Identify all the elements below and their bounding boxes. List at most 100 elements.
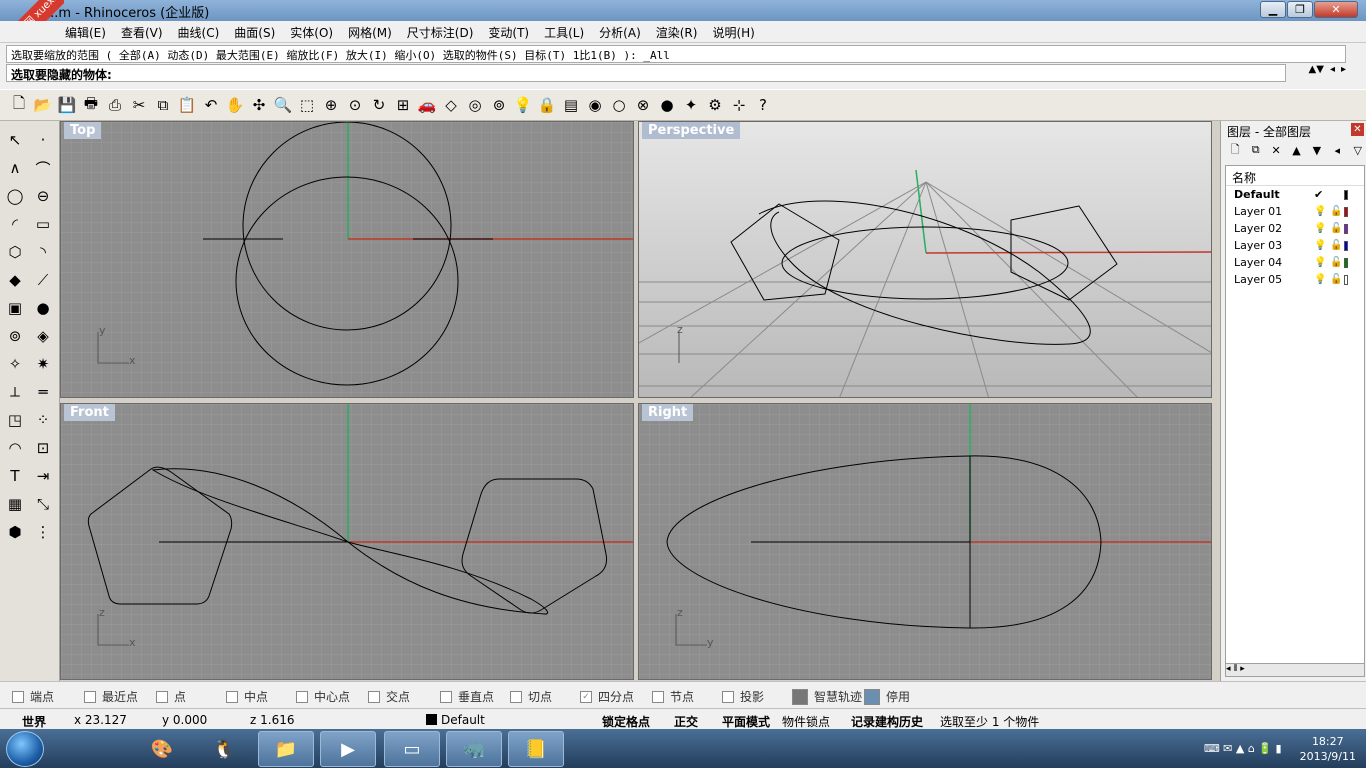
pan-icon[interactable]: ✋ [224,94,246,116]
split-icon[interactable]: ═ [30,379,56,405]
move-down-icon[interactable]: ▼ [1309,144,1325,157]
polygon-icon[interactable]: ⬡ [2,239,28,265]
boolean-icon[interactable]: ✧ [2,351,28,377]
media-app-button[interactable]: ▶ [320,731,376,767]
bulb-icon[interactable]: 💡 [1314,257,1326,268]
scroll-right-icon[interactable]: ▸ [1341,64,1346,75]
lock-icon[interactable]: 🔓 [1326,240,1342,251]
select-icon[interactable]: ↖ [2,127,28,153]
light-icon[interactable]: ✦ [680,94,702,116]
layer-icon[interactable]: ▤ [560,94,582,116]
zoom-window-icon[interactable]: ⬚ [296,94,318,116]
circle-icon[interactable]: ◯ [2,183,28,209]
osnap-checkbox[interactable] [296,690,308,703]
bulb-icon[interactable]: 💡 [1314,223,1326,234]
lock-icon[interactable]: 🔒 [536,94,558,116]
move-left-icon[interactable]: ◂ [1329,144,1345,157]
cplane-status[interactable]: 世界 [22,713,46,730]
osnap-checkbox[interactable] [792,688,808,705]
command-prompt-input[interactable]: 选取要隐藏的物体: [6,64,1286,82]
save-icon[interactable]: 💾 [56,94,78,116]
menu-surface[interactable]: 曲面(S) [227,21,283,42]
close-icon[interactable]: ✕ [1351,123,1364,136]
lock-icon[interactable]: 🔓 [1326,274,1342,285]
layer-row[interactable]: Layer 05 💡 🔓 [1226,271,1364,288]
four-viewports-icon[interactable]: ⊞ [392,94,414,116]
menu-edit[interactable]: 编辑(E) [58,21,114,42]
explode-icon[interactable]: ✷ [30,351,56,377]
close-button[interactable]: ✕ [1314,1,1358,18]
clock[interactable]: 18:27 2013/9/11 [1290,734,1366,764]
import-icon[interactable]: ⎙ [104,94,126,116]
plane-icon[interactable]: ◇ [440,94,462,116]
notes-app-button[interactable]: 📒 [508,731,564,767]
viewport-right[interactable]: Right z y [638,403,1212,680]
delete-layer-icon[interactable]: ✕ [1268,144,1284,157]
viewport-title-perspective[interactable]: Perspective [642,122,741,139]
curve-icon[interactable]: ⌒ [30,155,56,181]
layer-color-swatch[interactable] [1344,240,1348,251]
layer-color-swatch[interactable] [1344,206,1348,217]
osnap-0[interactable]: 端点 [12,688,54,705]
osnap-checkbox[interactable] [722,690,734,703]
bulb-icon[interactable]: 💡 [1314,274,1326,285]
osnap-2[interactable]: 点 [156,688,186,705]
move-up-icon[interactable]: ▲ [1288,144,1304,157]
osnap-checkbox[interactable] [440,690,452,703]
undo-icon[interactable]: ↶ [200,94,222,116]
current-layer-status[interactable]: Default [426,713,485,727]
spin-icon[interactable]: ▲▼ [1309,64,1324,75]
open-icon[interactable]: 📂 [32,94,54,116]
car-icon[interactable]: 🚗 [416,94,438,116]
osnap-checkbox[interactable] [156,690,168,703]
layer-color-swatch[interactable] [1344,189,1348,200]
properties-icon[interactable]: ⊹ [728,94,750,116]
render-sphere-icon[interactable]: ● [656,94,678,116]
osnap-checkbox[interactable]: ✓ [580,690,592,703]
rectangle-icon[interactable]: ▭ [30,211,56,237]
box-icon[interactable]: ▣ [2,295,28,321]
ellipse-icon[interactable]: ⊖ [30,183,56,209]
osnap-1[interactable]: 最近点 [84,688,138,705]
layer-color-swatch[interactable] [1344,257,1348,268]
lock-icon[interactable]: 🔓 [1326,223,1342,234]
fillet-icon[interactable]: ◝ [30,239,56,265]
sphere-icon[interactable]: ○ [608,94,630,116]
osnap-checkbox[interactable] [12,690,24,703]
rhino-app-button[interactable]: 🦏 [446,731,502,767]
viewport-title-front[interactable]: Front [64,404,115,421]
new-icon[interactable]: 🗋 [8,94,30,116]
surface-icon[interactable]: ◆ [2,267,28,293]
ortho-toggle[interactable]: 正交 [674,713,698,730]
bulb-icon[interactable]: 💡 [512,94,534,116]
extrude-surface-icon[interactable]: ⟋ [30,267,56,293]
new-sublayer-icon[interactable]: ⧉ [1247,143,1263,157]
console-app-button[interactable]: ▭ [384,731,440,767]
sphere-icon[interactable]: ● [30,295,56,321]
osnap-checkbox[interactable] [510,690,522,703]
new-layer-icon[interactable]: 🗋 [1227,141,1243,160]
osnap-checkbox[interactable] [864,688,880,705]
zoom-extents-icon[interactable]: ⊕ [320,94,342,116]
snap-point-icon[interactable]: ⊚ [488,94,510,116]
copy-icon[interactable]: ⧉ [152,94,174,116]
layer-list-scrollbar[interactable]: ◂ ⦀ ▸ [1225,663,1365,677]
menu-help[interactable]: 说明(H) [705,21,762,42]
viewport-top[interactable]: Top y x [60,121,634,398]
layer-row[interactable]: Default ✔ [1226,186,1364,203]
rotate-icon[interactable]: ↻ [368,94,390,116]
osnap-checkbox[interactable] [368,690,380,703]
mesh-icon[interactable]: ⬢ [2,519,28,545]
tray-icons[interactable]: ⌨ ✉ ▲ ⌂ 🔋 ▮ [1204,742,1290,755]
cylinder-icon[interactable]: ⊚ [2,323,28,349]
lock-icon[interactable]: 🔓 [1326,257,1342,268]
osnap-11[interactable]: 智慧轨迹 [792,688,862,705]
layer-color-swatch[interactable] [1344,223,1348,234]
osnap-10[interactable]: 投影 [722,688,764,705]
lock-icon[interactable]: 🔓 [1326,206,1342,217]
filter-icon[interactable]: ▽ [1350,144,1366,157]
osnap-6[interactable]: 垂直点 [440,688,494,705]
menu-dimension[interactable]: 尺寸标注(D) [400,21,482,42]
layer-color-swatch[interactable] [1344,274,1348,285]
scroll-left-icon[interactable]: ◂ [1330,64,1335,75]
